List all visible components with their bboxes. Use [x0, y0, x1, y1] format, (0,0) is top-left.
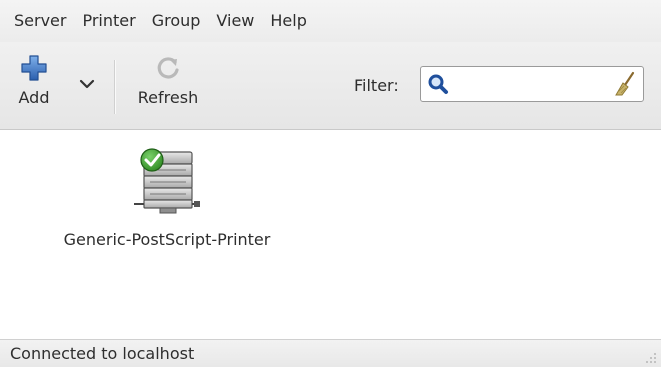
broom-clear-icon[interactable] — [613, 71, 637, 97]
printer-list: Generic-PostScript-Printer — [0, 130, 661, 338]
add-label: Add — [18, 88, 50, 107]
filter-input[interactable] — [451, 71, 615, 99]
print-settings-window: Server Printer Group View Help Add Refre… — [0, 0, 661, 367]
resize-grip-icon[interactable] — [645, 352, 657, 364]
toolbar-separator — [114, 60, 116, 114]
refresh-label: Refresh — [137, 88, 199, 107]
refresh-button[interactable]: Refresh — [128, 54, 208, 107]
menu-bar: Server Printer Group View Help — [0, 0, 661, 42]
check-icon — [140, 148, 164, 172]
toolbar: Add Refresh Filter: — [0, 42, 661, 130]
printer-item[interactable]: Generic-PostScript-Printer — [22, 146, 312, 249]
filter-label: Filter: — [354, 76, 399, 95]
menu-server[interactable]: Server — [6, 0, 74, 42]
refresh-icon — [157, 57, 179, 79]
menu-printer[interactable]: Printer — [74, 0, 143, 42]
add-button[interactable]: Add — [14, 54, 54, 107]
printer-icon — [134, 148, 200, 214]
menu-help[interactable]: Help — [262, 0, 314, 42]
menu-view[interactable]: View — [208, 0, 262, 42]
menu-group[interactable]: Group — [144, 0, 209, 42]
add-menu-button[interactable] — [76, 78, 98, 98]
plus-icon — [21, 55, 47, 81]
printer-name: Generic-PostScript-Printer — [63, 230, 271, 249]
status-text: Connected to localhost — [10, 344, 195, 363]
filter-field[interactable] — [420, 66, 644, 102]
search-icon[interactable] — [427, 73, 449, 95]
chevron-down-icon — [79, 79, 95, 89]
status-bar: Connected to localhost — [0, 339, 661, 367]
